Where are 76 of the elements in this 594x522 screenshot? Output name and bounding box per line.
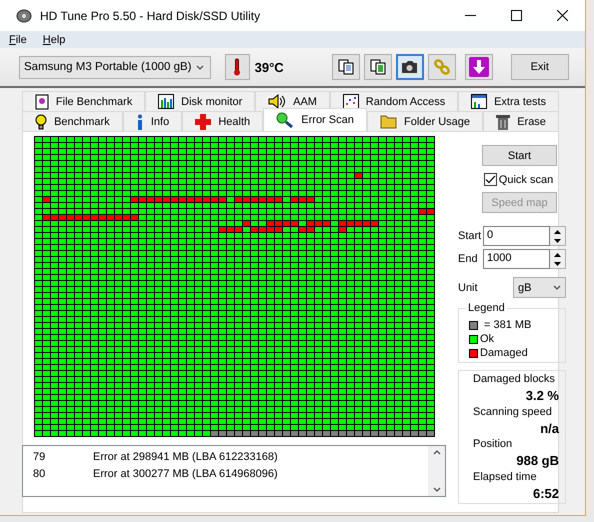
stat-label: Elapsed time [473, 470, 538, 484]
legend-label: Damaged [480, 347, 528, 359]
maximize-icon[interactable] [510, 10, 522, 21]
document-icon [34, 94, 49, 110]
stat-value: 3.2 % [526, 388, 559, 406]
legend-label: Ok [480, 333, 494, 345]
legend-label: = 381 MB [484, 319, 532, 331]
quick-scan-checkbox[interactable]: Quick scan [484, 173, 554, 186]
log-message: Error at 298941 MB (LBA 612233168) [93, 450, 278, 462]
tab[interactable]: File Benchmark [22, 91, 146, 111]
end-field[interactable]: 1000 [483, 249, 550, 269]
legend-title: Legend [466, 302, 507, 314]
drive-select[interactable]: Samsung M3 Portable (1000 gB) [19, 56, 212, 79]
checkmark-icon [484, 175, 496, 184]
stat-label: Position [473, 438, 514, 452]
info-icon [136, 114, 144, 130]
folder-icon [380, 114, 397, 129]
toolbar-button[interactable] [364, 54, 392, 80]
magnifier-icon [276, 112, 294, 128]
scrollbar[interactable] [428, 446, 445, 496]
spin-down-icon[interactable] [554, 238, 561, 242]
start-button[interactable]: Start [482, 145, 557, 166]
tab[interactable]: Disk monitor [145, 91, 256, 111]
field-label: Start [458, 230, 482, 242]
tab[interactable]: Extra tests [458, 91, 559, 111]
spin-buttons[interactable] [550, 226, 566, 246]
spin-down-icon[interactable] [554, 262, 561, 266]
trash-can-icon [496, 114, 510, 130]
tab[interactable]: Info [122, 111, 182, 131]
tab[interactable]: Error Scan [263, 108, 367, 131]
field-label: Unit [458, 282, 478, 294]
chain-icon [432, 59, 451, 76]
log-number: 80 [33, 468, 46, 480]
lightbulb-icon [35, 114, 48, 130]
minimize-icon[interactable] [464, 15, 476, 16]
menu-item[interactable]: Help [42, 34, 66, 46]
tab[interactable]: Folder Usage [366, 111, 484, 131]
field-label: End [458, 253, 479, 265]
temperature-reading: 39°C [254, 60, 285, 75]
toolbar-button[interactable] [396, 54, 424, 80]
copy-text-icon [338, 59, 354, 76]
stat-value: 6:52 [532, 486, 559, 503]
dropdown-caret-icon[interactable] [553, 285, 561, 290]
bar-chart-icon [158, 94, 174, 109]
cross-icon [195, 114, 212, 130]
tab[interactable]: Benchmark [22, 111, 123, 131]
log-number: 79 [33, 450, 46, 462]
stat-value: 988 gB [516, 453, 559, 470]
scroll-down-icon[interactable] [432, 487, 440, 492]
log-message: Error at 300277 MB (LBA 614968096) [93, 468, 278, 480]
tab[interactable]: Health [182, 111, 264, 131]
camera-icon [401, 60, 418, 74]
stat-value: n/a [540, 420, 559, 438]
unit-select[interactable]: gB [513, 277, 566, 298]
start-field[interactable]: 0 [483, 226, 550, 246]
speaker-icon [268, 94, 286, 109]
spin-up-icon[interactable] [554, 252, 561, 256]
hard-disk-icon [16, 8, 32, 22]
spin-buttons[interactable] [550, 249, 566, 269]
tab[interactable]: Erase [483, 111, 560, 131]
table-chart-icon [471, 94, 488, 109]
menu-item[interactable]: File [9, 34, 27, 46]
temperature-button[interactable] [225, 54, 250, 80]
thermometer-icon [233, 58, 242, 76]
stat-label: Scanning speed [473, 406, 553, 420]
dropdown-caret-icon[interactable] [196, 64, 204, 70]
tab[interactable]: Random Access [330, 91, 458, 111]
exit-button[interactable]: Exit [510, 54, 569, 80]
scroll-up-icon[interactable] [432, 450, 440, 455]
close-icon[interactable] [556, 10, 568, 21]
stat-label: Damaged blocks [473, 373, 556, 387]
window-title: HD Tune Pro 5.50 - Hard Disk/SSD Utility [40, 8, 262, 22]
spin-up-icon[interactable] [554, 230, 561, 234]
copy-image-icon [370, 59, 386, 76]
scatter-plot-icon [342, 94, 359, 109]
toolbar-button[interactable] [332, 54, 360, 80]
